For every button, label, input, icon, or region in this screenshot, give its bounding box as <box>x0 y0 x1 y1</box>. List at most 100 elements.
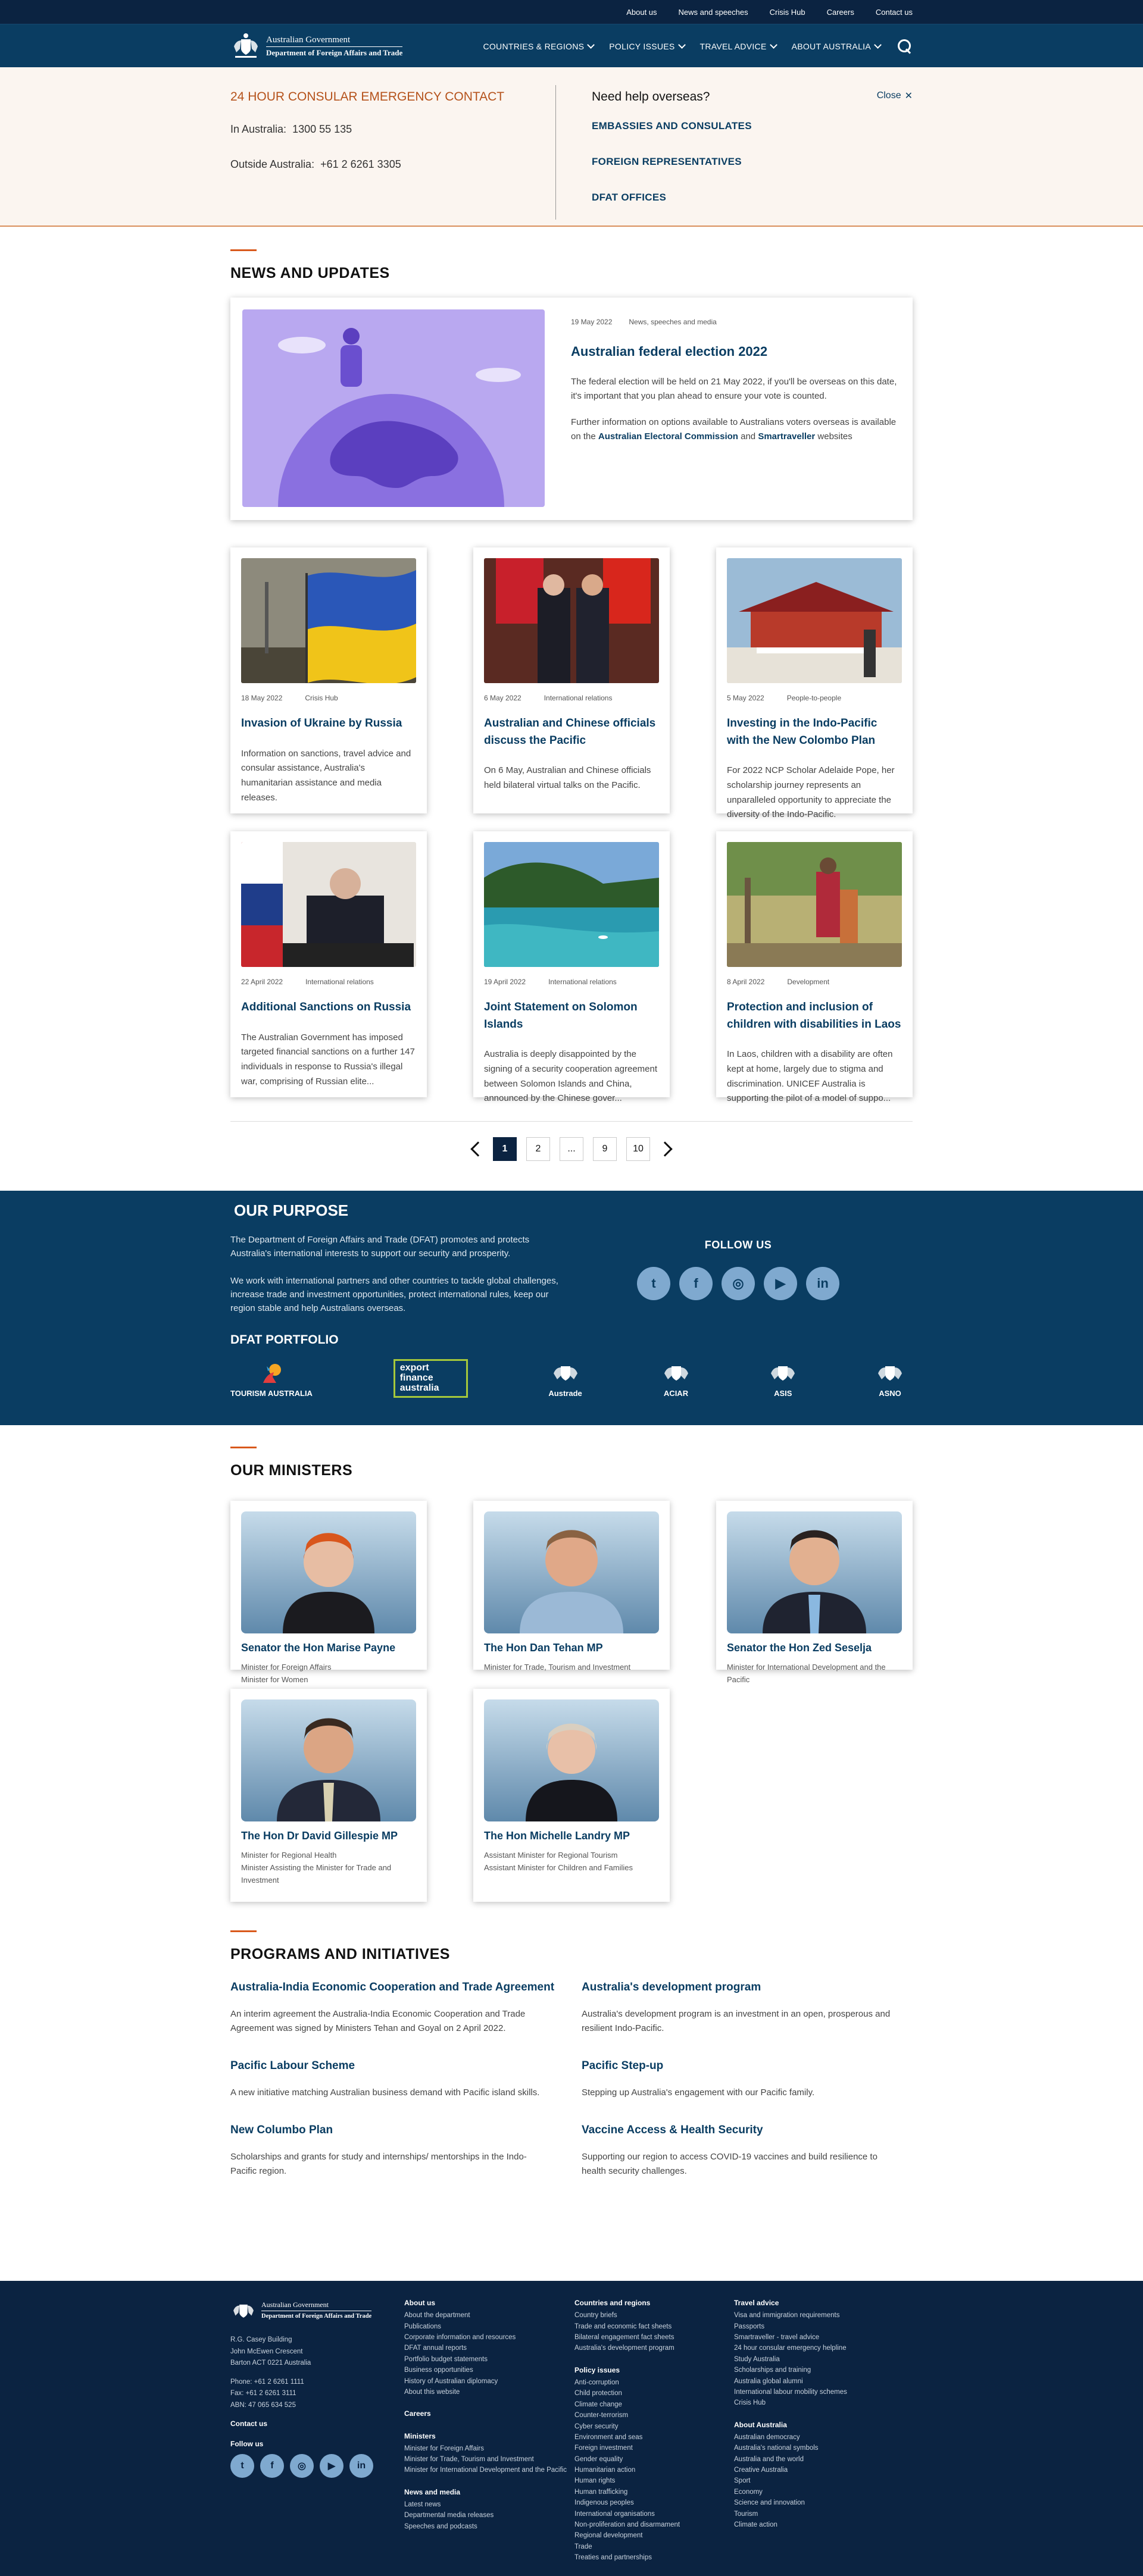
facebook-icon[interactable]: f <box>679 1267 713 1300</box>
footer-link[interactable]: Corporate information and resources <box>404 2332 574 2343</box>
minister-card[interactable]: Senator the Hon Marise Payne Minister fo… <box>230 1501 427 1684</box>
footer-link[interactable]: Smartraveller - travel advice <box>734 2332 913 2343</box>
footer-link[interactable]: Passports <box>734 2321 913 2332</box>
program-link[interactable]: Australia-India Economic Cooperation and… <box>230 1981 582 1994</box>
news-title[interactable]: Australian and Chinese officials discuss… <box>484 715 659 749</box>
nav-travel[interactable]: TRAVEL ADVICE <box>700 40 777 51</box>
footer-link[interactable]: Australia's development program <box>574 2343 734 2353</box>
footer-link[interactable]: Visa and immigration requirements <box>734 2310 913 2321</box>
instagram-icon[interactable]: ◎ <box>722 1267 755 1300</box>
minister-name[interactable]: The Hon Dr David Gillespie MP <box>241 1830 416 1842</box>
footer-heading[interactable]: Careers <box>404 2408 574 2420</box>
chevron-left-icon[interactable] <box>470 1141 486 1157</box>
footer-link[interactable]: Creative Australia <box>734 2465 913 2475</box>
news-card[interactable]: 8 April 2022 Development Protection and i… <box>716 831 913 1103</box>
footer-link[interactable]: Foreign investment <box>574 2443 734 2453</box>
news-title[interactable]: Additional Sanctions on Russia <box>241 999 416 1016</box>
footer-link[interactable]: Child protection <box>574 2388 734 2399</box>
austrade-logo[interactable]: Austrade <box>548 1361 582 1398</box>
footer-link[interactable]: Latest news <box>404 2499 574 2510</box>
page-button[interactable]: 9 <box>593 1137 617 1161</box>
page-button[interactable]: 10 <box>626 1137 650 1161</box>
link-aec[interactable]: Australian Electoral Commission <box>598 431 738 442</box>
youtube-icon[interactable]: ▶ <box>764 1267 797 1300</box>
footer-heading[interactable]: Policy issues <box>574 2365 734 2376</box>
footer-link[interactable]: Humanitarian action <box>574 2465 734 2475</box>
linkedin-icon[interactable]: in <box>349 2454 373 2478</box>
page-button[interactable]: 2 <box>526 1137 550 1161</box>
tourism-australia-logo[interactable]: TOURISM AUSTRALIA <box>230 1361 313 1398</box>
link-foreign-reps[interactable]: FOREIGN REPRESENTATIVES <box>592 156 913 168</box>
footer-link[interactable]: Climate change <box>574 2399 734 2410</box>
twitter-icon[interactable]: t <box>637 1267 670 1300</box>
search-icon[interactable] <box>897 39 913 54</box>
minister-name[interactable]: The Hon Michelle Landry MP <box>484 1830 659 1842</box>
util-link-crisis[interactable]: Crisis Hub <box>770 8 805 17</box>
program-link[interactable]: New Columbo Plan <box>230 2124 582 2137</box>
footer-link[interactable]: Economy <box>734 2487 913 2497</box>
asis-logo[interactable]: ASIS <box>770 1361 796 1398</box>
footer-heading[interactable]: News and media <box>404 2487 574 2498</box>
minister-name[interactable]: Senator the Hon Marise Payne <box>241 1642 416 1654</box>
footer-link[interactable]: About the department <box>404 2310 574 2321</box>
footer-link[interactable]: Environment and seas <box>574 2432 734 2443</box>
news-card[interactable]: 5 May 2022 People-to-people Investing in … <box>716 547 913 819</box>
footer-link[interactable]: History of Australian diplomacy <box>404 2376 574 2387</box>
chevron-right-icon[interactable] <box>657 1141 673 1157</box>
footer-link[interactable]: Scholarships and training <box>734 2365 913 2375</box>
footer-heading[interactable]: Travel advice <box>734 2298 913 2309</box>
news-title[interactable]: Investing in the Indo-Pacific with the N… <box>727 715 902 749</box>
asno-logo[interactable]: ASNO <box>877 1361 903 1398</box>
twitter-icon[interactable]: t <box>230 2454 254 2478</box>
close-button[interactable]: Close ✕ <box>877 90 913 102</box>
footer-link[interactable]: Minister for International Development a… <box>404 2465 574 2475</box>
footer-link[interactable]: Crisis Hub <box>734 2397 913 2408</box>
footer-link[interactable]: Portfolio budget statements <box>404 2354 574 2365</box>
footer-link[interactable]: Non-proliferation and disarmament <box>574 2519 734 2530</box>
footer-link[interactable]: Trade and economic fact sheets <box>574 2321 734 2332</box>
minister-name[interactable]: The Hon Dan Tehan MP <box>484 1642 659 1654</box>
footer-link[interactable]: About this website <box>404 2387 574 2397</box>
footer-link[interactable]: Australia's national symbols <box>734 2443 913 2453</box>
link-dfat-offices[interactable]: DFAT OFFICES <box>592 192 913 204</box>
footer-heading[interactable]: About Australia <box>734 2420 913 2431</box>
footer-heading[interactable]: About us <box>404 2298 574 2309</box>
aciar-logo[interactable]: ACIAR <box>663 1361 689 1398</box>
footer-link[interactable]: Minister for Trade, Tourism and Investme… <box>404 2454 574 2465</box>
nav-countries[interactable]: COUNTRIES & REGIONS <box>483 40 595 51</box>
footer-link[interactable]: Minister for Foreign Affairs <box>404 2443 574 2454</box>
phone-number[interactable]: 1300 55 135 <box>292 123 352 135</box>
footer-link[interactable]: 24 hour consular emergency helpline <box>734 2343 913 2353</box>
news-card[interactable]: 22 April 2022 International relations Add… <box>230 831 427 1097</box>
news-title[interactable]: Protection and inclusion of children wit… <box>727 999 902 1033</box>
linkedin-icon[interactable]: in <box>806 1267 839 1300</box>
util-link-about[interactable]: About us <box>626 8 657 17</box>
footer-contact-link[interactable]: Contact us <box>230 2420 404 2428</box>
program-link[interactable]: Vaccine Access & Health Security <box>582 2124 913 2137</box>
util-link-news[interactable]: News and speeches <box>679 8 748 17</box>
footer-link[interactable]: Australia and the world <box>734 2454 913 2465</box>
news-card[interactable]: 19 April 2022 International relations Joi… <box>473 831 670 1103</box>
footer-link[interactable]: Climate action <box>734 2519 913 2530</box>
footer-link[interactable]: Cyber security <box>574 2421 734 2432</box>
phone-number[interactable]: +61 2 6261 3305 <box>320 158 401 170</box>
news-card[interactable]: 18 May 2022 Crisis Hub Invasion of Ukrain… <box>230 547 427 813</box>
footer-link[interactable]: Gender equality <box>574 2454 734 2465</box>
featured-title[interactable]: Australian federal election 2022 <box>571 344 901 359</box>
footer-link[interactable]: Business opportunities <box>404 2365 574 2375</box>
site-logo[interactable]: Australian Government Department of Fore… <box>230 31 403 62</box>
facebook-icon[interactable]: f <box>260 2454 284 2478</box>
footer-link[interactable]: Human trafficking <box>574 2487 734 2497</box>
util-link-contact[interactable]: Contact us <box>876 8 913 17</box>
program-link[interactable]: Pacific Step-up <box>582 2059 913 2073</box>
footer-link[interactable]: International labour mobility schemes <box>734 2387 913 2397</box>
footer-heading[interactable]: Countries and regions <box>574 2298 734 2309</box>
footer-link[interactable]: Study Australia <box>734 2354 913 2365</box>
footer-link[interactable]: Australian democracy <box>734 2432 913 2443</box>
instagram-icon[interactable]: ◎ <box>290 2454 314 2478</box>
program-link[interactable]: Australia's development program <box>582 1981 913 1994</box>
footer-link[interactable]: Anti-corruption <box>574 2377 734 2388</box>
link-embassies[interactable]: EMBASSIES AND CONSULATES <box>592 120 913 132</box>
footer-link[interactable]: Regional development <box>574 2530 734 2541</box>
footer-link[interactable]: Speeches and podcasts <box>404 2521 574 2532</box>
